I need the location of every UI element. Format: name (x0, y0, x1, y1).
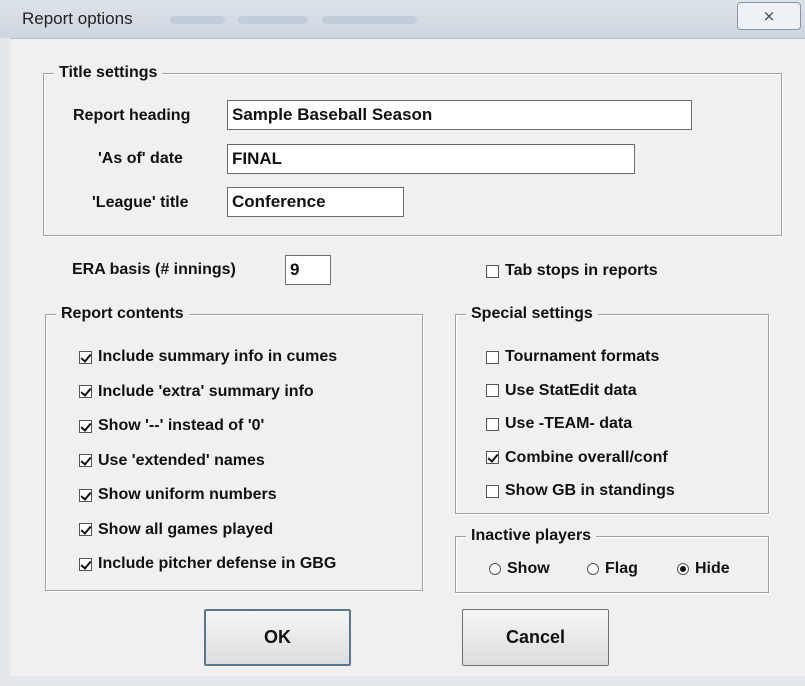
checkbox-box[interactable] (79, 523, 92, 536)
checkbox-label: Use StatEdit data (505, 381, 637, 399)
background-tab-ghost (170, 16, 225, 24)
checkbox-label: Show uniform numbers (98, 486, 277, 503)
inactive-players-legend: Inactive players (466, 526, 597, 546)
checkbox-label: Combine overall/conf (505, 448, 668, 466)
cancel-button[interactable]: Cancel (462, 609, 609, 666)
special-settings-legend: Special settings (466, 304, 598, 324)
radio-label: Hide (695, 560, 730, 577)
checkbox-label: Use 'extended' names (98, 451, 265, 469)
checkbox-box[interactable] (486, 264, 499, 278)
as-of-date-input[interactable]: FINAL (227, 144, 635, 174)
checkbox-label: Include summary info in cumes (98, 348, 338, 365)
radio-button[interactable] (587, 563, 599, 575)
checkbox-box[interactable] (486, 384, 499, 397)
checkbox-item[interactable]: Combine overall/conf (486, 447, 668, 469)
checkbox-label: Show GB in standings (505, 482, 675, 499)
checkbox-label: Tournament formats (505, 348, 660, 365)
checkbox-label: Include 'extra' summary info (98, 382, 314, 400)
radio-label: Show (507, 560, 550, 577)
radio-label: Flag (605, 560, 638, 577)
tab-stops-label: Tab stops in reports (505, 262, 658, 279)
checkbox-item[interactable]: Use 'extended' names (79, 450, 265, 472)
checkbox-label: Show '--' instead of '0' (98, 417, 265, 434)
as-of-date-label: 'As of' date (98, 150, 183, 167)
league-title-input[interactable]: Conference (227, 187, 404, 217)
checkbox-item[interactable]: Use StatEdit data (486, 380, 637, 402)
era-basis-input[interactable]: 9 (285, 255, 331, 285)
checkbox-item[interactable]: Include summary info in cumes (79, 346, 337, 368)
checkbox-box[interactable] (79, 557, 92, 571)
checkbox-item[interactable]: Include pitcher defense in GBG (79, 553, 336, 575)
checkbox-box[interactable] (79, 385, 92, 398)
close-button[interactable]: ⨯ (737, 2, 801, 30)
checkbox-item[interactable]: Show uniform numbers (79, 484, 277, 506)
checkbox-box[interactable] (79, 350, 92, 364)
checkbox-box[interactable] (79, 454, 92, 467)
checkbox-item[interactable]: Use -TEAM- data (486, 413, 632, 435)
checkbox-label: Include pitcher defense in GBG (98, 555, 337, 572)
window-frame-left (0, 38, 10, 678)
report-contents-legend: Report contents (56, 304, 189, 324)
radio-option-hide[interactable]: Hide (677, 558, 730, 580)
checkbox-box[interactable] (486, 417, 499, 431)
window-title: Report options (22, 9, 133, 28)
checkbox-box[interactable] (486, 350, 499, 364)
title-bar: Report options ⨯ (0, 0, 805, 39)
radio-option-flag[interactable]: Flag (587, 558, 638, 580)
checkbox-box[interactable] (79, 419, 92, 433)
report-heading-label: Report heading (73, 107, 191, 124)
tab-stops-checkbox[interactable]: Tab stops in reports (486, 260, 658, 282)
checkbox-item[interactable]: Show GB in standings (486, 480, 675, 502)
checkbox-box[interactable] (79, 488, 92, 502)
checkbox-item[interactable]: Show '--' instead of '0' (79, 415, 264, 437)
close-icon: ⨯ (762, 8, 776, 25)
checkbox-item[interactable]: Show all games played (79, 519, 273, 541)
checkbox-item[interactable]: Include 'extra' summary info (79, 381, 314, 403)
era-basis-label: ERA basis (# innings) (72, 261, 236, 278)
radio-button[interactable] (677, 563, 689, 575)
title-settings-legend: Title settings (54, 63, 163, 83)
league-title-label: 'League' title (92, 194, 189, 211)
checkbox-label: Show all games played (98, 520, 274, 538)
background-tab-ghost (238, 16, 308, 24)
window-frame-bottom (0, 676, 805, 686)
checkbox-box[interactable] (486, 451, 499, 464)
radio-button[interactable] (489, 563, 501, 575)
ok-button[interactable]: OK (204, 609, 351, 666)
report-heading-input[interactable]: Sample Baseball Season (227, 100, 692, 130)
background-tab-ghost (322, 16, 417, 24)
checkbox-item[interactable]: Tournament formats (486, 346, 659, 368)
checkbox-label: Use -TEAM- data (505, 415, 633, 432)
radio-option-show[interactable]: Show (489, 558, 550, 580)
checkbox-box[interactable] (486, 484, 499, 498)
